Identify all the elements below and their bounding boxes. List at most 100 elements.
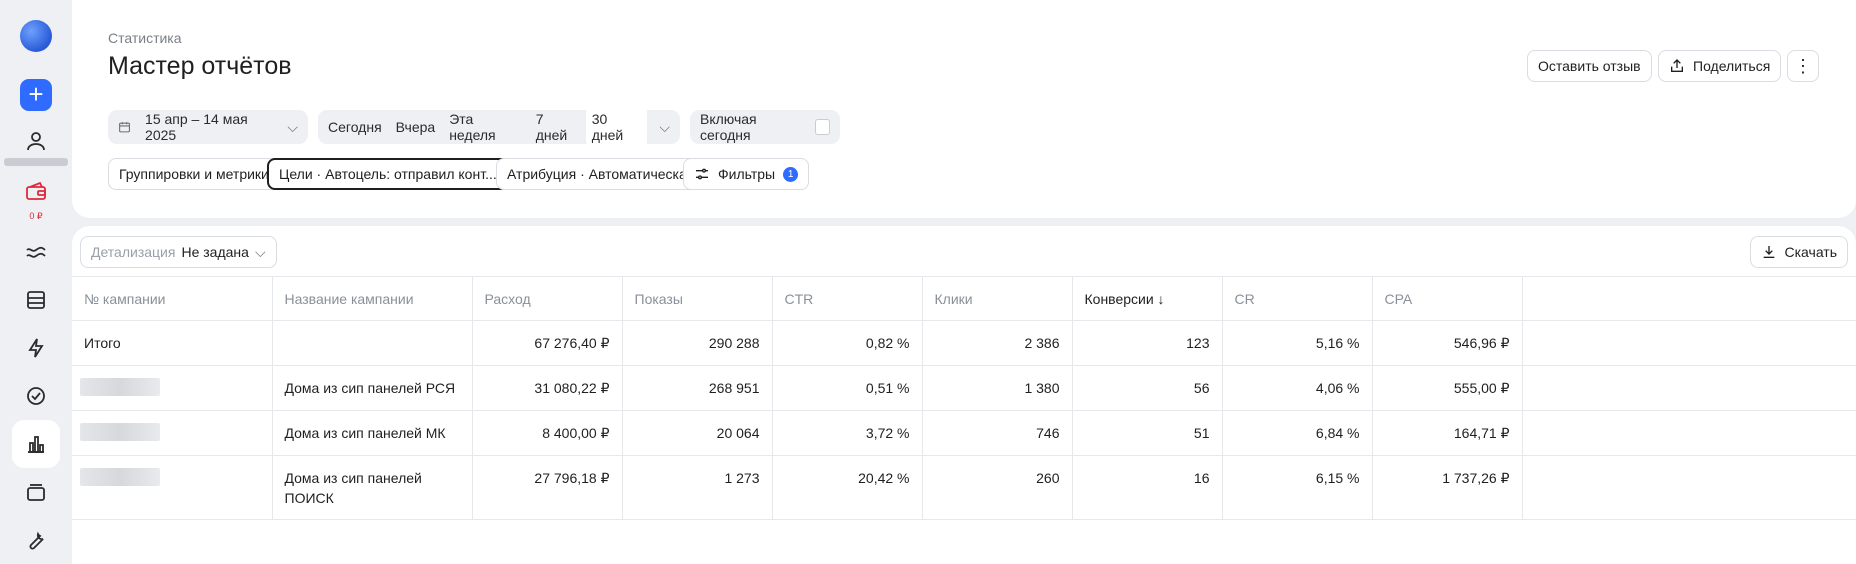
date-presets: Сегодня Вчера Эта неделя 7 дней 30 дней …: [318, 107, 680, 147]
detail-value: Не задана: [181, 244, 249, 260]
preset-today[interactable]: Сегодня: [328, 119, 382, 135]
share-icon: [1671, 59, 1683, 72]
empty-cell: [1522, 365, 1856, 411]
conversions-cell: 56: [1072, 365, 1223, 411]
wallet-amount: 0 ₽: [29, 211, 43, 221]
include-today-toggle[interactable]: Включая сегодня: [690, 110, 840, 144]
col-campaign-name[interactable]: Название кампании: [272, 276, 473, 321]
goals-label: Цели · Автоцель: отправил конт..., +1: [279, 166, 521, 182]
wallet-icon[interactable]: [16, 176, 56, 208]
campaign-name-cell[interactable]: Дома из сип панелей МК: [272, 410, 473, 456]
groupings-label: Группировки и метрики: [119, 166, 269, 182]
date-range-label: 15 апр – 14 мая 2025: [145, 111, 248, 143]
wrench-icon[interactable]: [16, 520, 56, 560]
campaign-id-cell[interactable]: [72, 365, 273, 411]
left-rail: + 0 ₽: [0, 0, 72, 564]
col-impressions[interactable]: Показы: [622, 276, 773, 321]
breadcrumb[interactable]: Статистика: [108, 30, 182, 46]
table-row: Дома из сип панелей ПОИСК 27 796,18 ₽ 1 …: [72, 455, 1856, 520]
report-table-card: Детализация Не задана ⌵ Скачать № кампан…: [72, 226, 1856, 564]
empty-cell: [1522, 320, 1856, 366]
preset-yesterday[interactable]: Вчера: [396, 119, 436, 135]
campaign-name-cell[interactable]: Дома из сип панелей ПОИСК: [272, 455, 473, 520]
campaign-id-cell[interactable]: [72, 455, 273, 520]
filters-button[interactable]: Фильтры 1: [683, 158, 810, 190]
table-total-row: Итого 67 276,40 ₽ 290 288 0,82 % 2 386 1…: [72, 320, 1856, 366]
bar-chart-icon[interactable]: [12, 420, 60, 468]
include-today-label: Включая сегодня: [700, 111, 757, 143]
download-label: Скачать: [1784, 244, 1838, 260]
check-circle-icon[interactable]: [16, 376, 56, 416]
cost-cell: 27 796,18 ₽: [472, 455, 623, 520]
report-table: № кампании Название кампании Расход Пока…: [72, 276, 1856, 520]
report-header: Статистика Мастер отчётов Оставить отзыв…: [72, 0, 1856, 218]
preset-7-days[interactable]: 7 дней: [536, 111, 578, 143]
campaign-name-cell[interactable]: Дома из сип панелей РСЯ: [272, 365, 473, 411]
ctr-cell: 3,72 %: [772, 410, 923, 456]
share-label: Поделиться: [1693, 58, 1771, 74]
attribution-button[interactable]: Атрибуция · Автоматическая: [496, 158, 706, 190]
preset-30-days[interactable]: 30 дней: [585, 107, 648, 147]
user-icon[interactable]: [16, 121, 56, 161]
total-ctr: 0,82 %: [772, 320, 923, 366]
table-row: Дома из сип панелей МК 8 400,00 ₽ 20 064…: [72, 410, 1856, 456]
total-conversions: 123: [1072, 320, 1223, 366]
preset-this-week[interactable]: Эта неделя: [449, 111, 522, 143]
col-cpa[interactable]: CPA: [1372, 276, 1523, 321]
impressions-cell: 268 951: [622, 365, 773, 411]
database-icon[interactable]: [16, 280, 56, 320]
col-clicks[interactable]: Клики: [922, 276, 1073, 321]
col-conversions[interactable]: Конверсии ↓: [1072, 276, 1223, 321]
col-ctr[interactable]: CTR: [772, 276, 923, 321]
logo[interactable]: [20, 20, 52, 52]
add-icon[interactable]: +: [20, 79, 52, 111]
total-name: [272, 320, 473, 366]
cost-cell: 31 080,22 ₽: [472, 365, 623, 411]
total-clicks: 2 386: [922, 320, 1073, 366]
share-button[interactable]: Поделиться: [1658, 50, 1782, 82]
goals-button[interactable]: Цели · Автоцель: отправил конт..., +1: [267, 158, 533, 190]
download-button[interactable]: Скачать: [1749, 236, 1848, 268]
bolt-icon[interactable]: [16, 328, 56, 368]
clicks-cell: 1 380: [922, 365, 1073, 411]
ctr-cell: 0,51 %: [772, 365, 923, 411]
cr-cell: 4,06 %: [1222, 365, 1373, 411]
col-cost[interactable]: Расход: [472, 276, 623, 321]
attribution-label: Атрибуция · Автоматическая: [507, 166, 695, 182]
table-header-row: № кампании Название кампании Расход Пока…: [72, 276, 1856, 321]
conversions-cell: 51: [1072, 410, 1223, 456]
more-vertical-icon: ⋮: [1794, 56, 1812, 76]
campaign-id-blurred: [80, 377, 160, 396]
date-range-picker[interactable]: 15 апр – 14 мая 2025 ⌵: [108, 110, 308, 144]
detail-select[interactable]: Детализация Не задана ⌵: [80, 236, 277, 268]
cpa-cell: 555,00 ₽: [1372, 365, 1523, 411]
include-today-checkbox[interactable]: [815, 119, 830, 135]
empty-cell: [1522, 410, 1856, 456]
wave-icon[interactable]: [16, 232, 56, 272]
campaign-id-blurred: [80, 422, 160, 441]
feedback-button[interactable]: Оставить отзыв: [1527, 50, 1652, 82]
clicks-cell: 260: [922, 455, 1073, 520]
cpa-cell: 164,71 ₽: [1372, 410, 1523, 456]
impressions-cell: 20 064: [622, 410, 773, 456]
col-empty: [1522, 276, 1856, 321]
col-campaign-id[interactable]: № кампании: [72, 276, 273, 321]
sliders-icon: [696, 168, 708, 180]
table-row: Дома из сип панелей РСЯ 31 080,22 ₽ 268 …: [72, 365, 1856, 411]
chevron-down-icon: ⌵: [254, 243, 266, 260]
impressions-cell: 1 273: [622, 455, 773, 520]
more-menu-button[interactable]: ⋮: [1787, 50, 1819, 82]
col-cr[interactable]: CR: [1222, 276, 1373, 321]
total-cost: 67 276,40 ₽: [472, 320, 623, 366]
feedback-label: Оставить отзыв: [1538, 58, 1641, 74]
empty-cell: [1522, 455, 1856, 520]
total-label: Итого: [72, 320, 273, 366]
chevron-down-icon: ⌵: [287, 118, 298, 135]
campaign-id-cell[interactable]: [72, 410, 273, 456]
stack-icon[interactable]: [16, 472, 56, 512]
campaign-id-blurred: [80, 468, 160, 486]
filters-count-badge: 1: [783, 166, 799, 182]
account-name-blurred: [4, 158, 68, 166]
chevron-down-icon[interactable]: ⌵: [659, 119, 670, 136]
cpa-cell: 1 737,26 ₽: [1372, 455, 1523, 520]
